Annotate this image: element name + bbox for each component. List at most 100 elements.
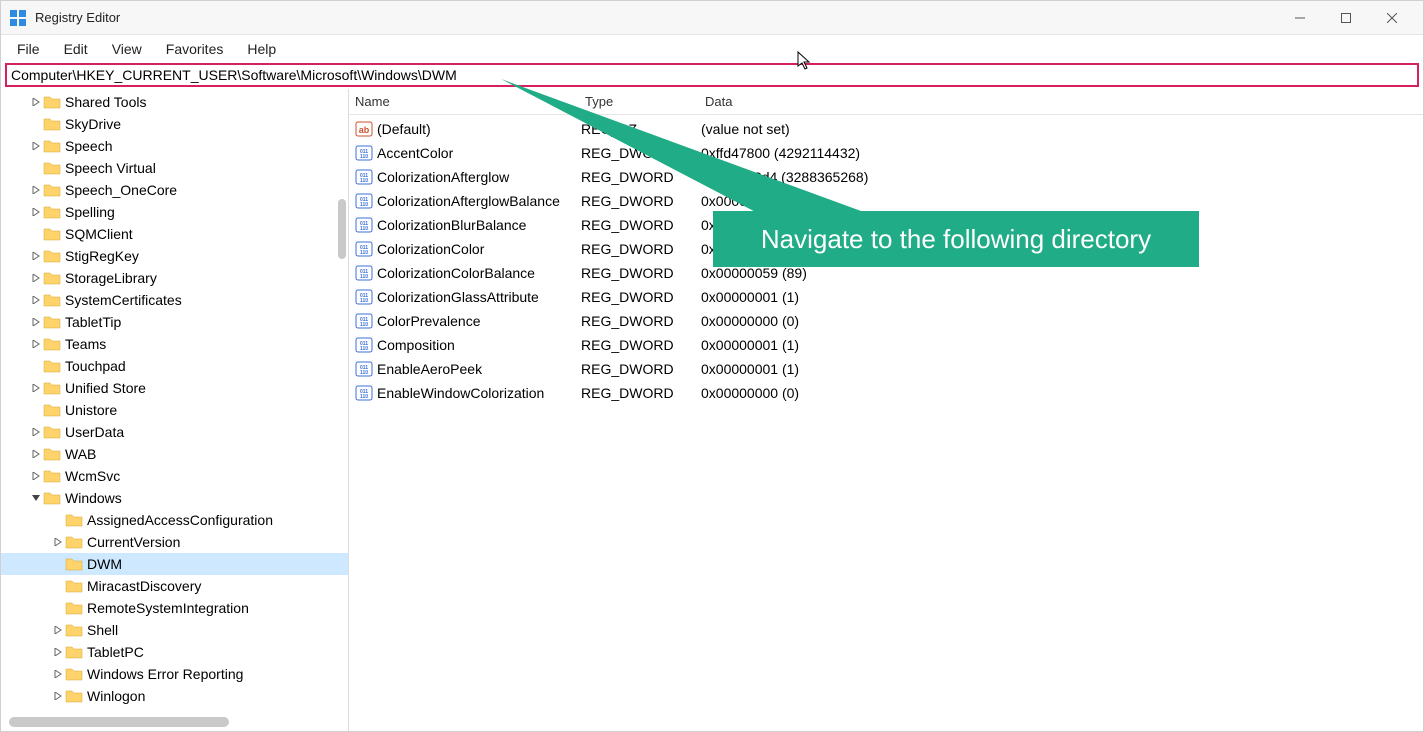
chevron-right-icon[interactable] — [29, 340, 43, 348]
tree-item[interactable]: TabletTip — [1, 311, 348, 333]
tree-item[interactable]: Winlogon — [1, 685, 348, 707]
tree-horizontal-scrollbar[interactable] — [9, 717, 229, 727]
tree-item[interactable]: WcmSvc — [1, 465, 348, 487]
tree-item-label: TabletPC — [87, 644, 144, 660]
tree-item[interactable]: Speech — [1, 135, 348, 157]
chevron-right-icon[interactable] — [29, 450, 43, 458]
value-row[interactable]: 011110CompositionREG_DWORD0x00000001 (1) — [349, 333, 1423, 357]
svg-text:110: 110 — [360, 322, 368, 328]
chevron-right-icon[interactable] — [29, 296, 43, 304]
folder-icon — [43, 138, 61, 154]
minimize-button[interactable] — [1277, 1, 1323, 35]
svg-text:ab: ab — [359, 125, 370, 135]
tree-item[interactable]: StorageLibrary — [1, 267, 348, 289]
chevron-right-icon[interactable] — [29, 428, 43, 436]
tree-item[interactable]: SQMClient — [1, 223, 348, 245]
chevron-right-icon[interactable] — [29, 318, 43, 326]
value-name: ColorPrevalence — [377, 313, 481, 329]
header-name[interactable]: Name — [355, 94, 585, 109]
tree-item[interactable]: CurrentVersion — [1, 531, 348, 553]
tree-item[interactable]: WAB — [1, 443, 348, 465]
value-type: REG_DWORD — [581, 289, 701, 305]
chevron-right-icon[interactable] — [29, 274, 43, 282]
menu-view[interactable]: View — [102, 37, 152, 61]
chevron-right-icon[interactable] — [51, 692, 65, 700]
value-row[interactable]: 011110ColorizationAfterglowREG_DWORD0xc4… — [349, 165, 1423, 189]
chevron-right-icon[interactable] — [29, 384, 43, 392]
close-button[interactable] — [1369, 1, 1415, 35]
chevron-right-icon[interactable] — [51, 670, 65, 678]
tree-item[interactable]: Unified Store — [1, 377, 348, 399]
tree-item[interactable]: MiracastDiscovery — [1, 575, 348, 597]
chevron-right-icon[interactable] — [29, 142, 43, 150]
tree-item[interactable]: SkyDrive — [1, 113, 348, 135]
string-value-icon: ab — [355, 120, 373, 138]
window-controls — [1277, 1, 1415, 35]
menu-edit[interactable]: Edit — [54, 37, 98, 61]
folder-icon — [43, 490, 61, 506]
tree-item-label: MiracastDiscovery — [87, 578, 201, 594]
menu-help[interactable]: Help — [237, 37, 286, 61]
menu-file[interactable]: File — [7, 37, 50, 61]
chevron-right-icon[interactable] — [29, 98, 43, 106]
chevron-right-icon[interactable] — [51, 538, 65, 546]
chevron-right-icon[interactable] — [29, 472, 43, 480]
tree-item[interactable]: AssignedAccessConfiguration — [1, 509, 348, 531]
tree-item[interactable]: Unistore — [1, 399, 348, 421]
dword-value-icon: 011110 — [355, 192, 373, 210]
header-data[interactable]: Data — [705, 94, 1423, 109]
tree-item[interactable]: Windows Error Reporting — [1, 663, 348, 685]
tree-item[interactable]: Shell — [1, 619, 348, 641]
value-row[interactable]: 011110EnableWindowColorizationREG_DWORD0… — [349, 381, 1423, 405]
svg-text:110: 110 — [360, 298, 368, 304]
tree-item[interactable]: Windows — [1, 487, 348, 509]
value-name: ColorizationGlassAttribute — [377, 289, 539, 305]
content-area: Shared ToolsSkyDrive Speech Speech Virtual… — [1, 89, 1423, 731]
tree-item[interactable]: Spelling — [1, 201, 348, 223]
tree-item-label: DWM — [87, 556, 122, 572]
svg-text:110: 110 — [360, 250, 368, 256]
tree-item[interactable]: StigRegKey — [1, 245, 348, 267]
tree-item-label: StorageLibrary — [65, 270, 157, 286]
tree-item[interactable]: SystemCertificates — [1, 289, 348, 311]
registry-tree[interactable]: Shared ToolsSkyDrive Speech Speech Virtual… — [1, 89, 348, 709]
header-type[interactable]: Type — [585, 94, 705, 109]
value-row[interactable]: ab(Default)REG_SZ(value not set) — [349, 117, 1423, 141]
value-row[interactable]: 011110AccentColorREG_DWORD0xffd47800 (42… — [349, 141, 1423, 165]
folder-icon — [43, 182, 61, 198]
menubar: File Edit View Favorites Help — [1, 35, 1423, 63]
chevron-right-icon[interactable] — [51, 626, 65, 634]
maximize-button[interactable] — [1323, 1, 1369, 35]
chevron-right-icon[interactable] — [29, 208, 43, 216]
value-name: (Default) — [377, 121, 431, 137]
chevron-right-icon[interactable] — [29, 252, 43, 260]
tree-item[interactable]: TabletPC — [1, 641, 348, 663]
menu-favorites[interactable]: Favorites — [156, 37, 234, 61]
tree-item[interactable]: Teams — [1, 333, 348, 355]
chevron-down-icon[interactable] — [29, 494, 43, 502]
value-row[interactable]: 011110ColorPrevalenceREG_DWORD0x00000000… — [349, 309, 1423, 333]
address-bar[interactable]: Computer\HKEY_CURRENT_USER\Software\Micr… — [5, 63, 1419, 87]
tree-item[interactable]: DWM — [1, 553, 348, 575]
tree-item[interactable]: Shared Tools — [1, 91, 348, 113]
tree-item[interactable]: Speech Virtual — [1, 157, 348, 179]
tree-item-label: Speech — [65, 138, 112, 154]
chevron-right-icon[interactable] — [51, 648, 65, 656]
tree-item-label: AssignedAccessConfiguration — [87, 512, 273, 528]
folder-icon — [43, 116, 61, 132]
tree-item[interactable]: Speech_OneCore — [1, 179, 348, 201]
tree-vertical-scrollbar[interactable] — [338, 199, 346, 259]
tree-item[interactable]: UserData — [1, 421, 348, 443]
value-row[interactable]: 011110EnableAeroPeekREG_DWORD0x00000001 … — [349, 357, 1423, 381]
folder-icon — [43, 226, 61, 242]
tree-item-label: Windows Error Reporting — [87, 666, 243, 682]
tree-item[interactable]: RemoteSystemIntegration — [1, 597, 348, 619]
chevron-right-icon[interactable] — [29, 186, 43, 194]
value-row[interactable]: 011110ColorizationAfterglowBalanceREG_DW… — [349, 189, 1423, 213]
values-header[interactable]: Name Type Data — [349, 89, 1423, 115]
value-data: 0x00000001 (1) — [701, 289, 1423, 305]
dword-value-icon: 011110 — [355, 312, 373, 330]
value-row[interactable]: 011110ColorizationGlassAttributeREG_DWOR… — [349, 285, 1423, 309]
tree-item[interactable]: Touchpad — [1, 355, 348, 377]
address-text: Computer\HKEY_CURRENT_USER\Software\Micr… — [11, 67, 457, 83]
